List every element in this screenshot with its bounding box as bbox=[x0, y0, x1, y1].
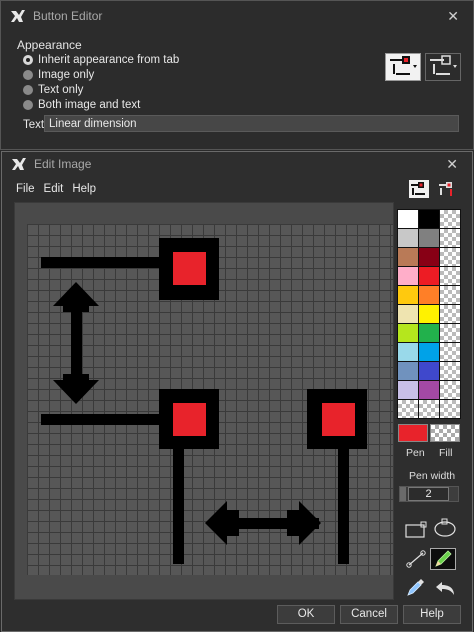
palette-swatch[interactable] bbox=[440, 324, 460, 342]
palette-swatch[interactable] bbox=[419, 210, 439, 228]
radio-label: Both image and text bbox=[38, 99, 141, 111]
pen-fill-swatches bbox=[398, 424, 460, 442]
stepper-grip[interactable] bbox=[400, 487, 406, 501]
palette-swatch[interactable] bbox=[440, 381, 460, 399]
help-button[interactable]: Help bbox=[403, 605, 461, 624]
palette-swatch[interactable] bbox=[419, 305, 439, 323]
button-text-input[interactable] bbox=[44, 115, 459, 132]
palette-swatch[interactable] bbox=[398, 324, 418, 342]
palette-swatch[interactable] bbox=[440, 286, 460, 304]
palette-swatch[interactable] bbox=[419, 267, 439, 285]
linear-dimension-icon bbox=[430, 55, 457, 75]
edit-image-titlebar[interactable]: Edit Image ✕ bbox=[2, 152, 472, 176]
palette-swatch[interactable] bbox=[398, 248, 418, 266]
close-icon[interactable]: ✕ bbox=[447, 8, 459, 25]
palette-swatch[interactable] bbox=[398, 343, 418, 361]
palette-swatch[interactable] bbox=[419, 400, 439, 418]
rectangle-tool-icon[interactable] bbox=[403, 519, 429, 541]
palette-swatch[interactable] bbox=[398, 210, 418, 228]
palette-swatch[interactable] bbox=[419, 362, 439, 380]
radio-inherit-appearance[interactable]: Inherit appearance from tab bbox=[23, 53, 179, 67]
dark-icon-preview[interactable] bbox=[425, 53, 461, 81]
palette-swatch[interactable] bbox=[398, 400, 418, 418]
edit-image-window: Edit Image ✕ File Edit Help Pen Fill Pen… bbox=[1, 151, 473, 632]
radio-label: Image only bbox=[38, 69, 95, 81]
radio-label: Inherit appearance from tab bbox=[38, 54, 180, 66]
palette-swatch[interactable] bbox=[398, 381, 418, 399]
menu-help[interactable]: Help bbox=[72, 183, 96, 195]
radio-label: Text only bbox=[38, 84, 84, 96]
ok-button[interactable]: OK bbox=[277, 605, 335, 624]
palette-swatch[interactable] bbox=[440, 400, 460, 418]
pencil-tool-icon[interactable] bbox=[430, 548, 456, 570]
linear-dimension-pixel-art bbox=[41, 238, 367, 564]
cancel-button[interactable]: Cancel bbox=[340, 605, 398, 624]
light-icon-preview[interactable] bbox=[385, 53, 421, 81]
fill-label: Fill bbox=[439, 447, 453, 459]
palette-swatch[interactable] bbox=[419, 286, 439, 304]
palette-swatch[interactable] bbox=[440, 305, 460, 323]
window-title: Edit Image bbox=[34, 157, 92, 171]
radio-button[interactable] bbox=[23, 100, 33, 110]
pen-color-swatch[interactable] bbox=[398, 424, 428, 442]
palette-swatch[interactable] bbox=[419, 381, 439, 399]
radio-button[interactable] bbox=[23, 70, 33, 80]
pen-label: Pen bbox=[406, 447, 425, 459]
palette-swatch[interactable] bbox=[398, 229, 418, 247]
rhino-app-icon bbox=[11, 10, 25, 22]
palette-swatch[interactable] bbox=[440, 210, 460, 228]
linear-dimension-icon bbox=[390, 56, 417, 75]
palette-swatch[interactable] bbox=[419, 324, 439, 342]
radio-text-only[interactable]: Text only bbox=[23, 83, 83, 97]
appearance-label: Appearance bbox=[17, 38, 82, 52]
menu-edit[interactable]: Edit bbox=[44, 183, 64, 195]
menubar: File Edit Help bbox=[16, 183, 96, 195]
palette-swatch[interactable] bbox=[419, 343, 439, 361]
pixel-canvas[interactable] bbox=[27, 224, 393, 575]
close-icon[interactable]: ✕ bbox=[446, 156, 458, 173]
palette-swatch[interactable] bbox=[419, 229, 439, 247]
color-palette bbox=[397, 209, 461, 419]
palette-swatch[interactable] bbox=[419, 248, 439, 266]
palette-swatch[interactable] bbox=[398, 286, 418, 304]
palette-swatch[interactable] bbox=[398, 362, 418, 380]
radio-button[interactable] bbox=[23, 85, 33, 95]
pen-width-value[interactable]: 2 bbox=[408, 487, 449, 501]
palette-swatch[interactable] bbox=[440, 343, 460, 361]
radio-both-image-text[interactable]: Both image and text bbox=[23, 98, 140, 112]
pen-width-label: Pen width bbox=[409, 470, 456, 482]
radio-button-checked[interactable] bbox=[23, 55, 33, 65]
palette-swatch[interactable] bbox=[440, 248, 460, 266]
dark-mode-preview-icon[interactable] bbox=[436, 179, 458, 199]
view-mode-toggle bbox=[408, 179, 458, 199]
eyedropper-icon[interactable] bbox=[403, 576, 429, 598]
palette-swatch[interactable] bbox=[398, 267, 418, 285]
palette-swatch[interactable] bbox=[440, 362, 460, 380]
light-mode-preview-icon[interactable] bbox=[408, 179, 430, 199]
rhino-app-icon bbox=[12, 158, 26, 170]
button-editor-titlebar[interactable]: Button Editor ✕ bbox=[1, 1, 473, 31]
fill-color-swatch[interactable] bbox=[430, 424, 460, 442]
menu-file[interactable]: File bbox=[16, 183, 35, 195]
window-title: Button Editor bbox=[33, 9, 103, 23]
radio-image-only[interactable]: Image only bbox=[23, 68, 94, 82]
undo-icon[interactable] bbox=[432, 578, 458, 600]
palette-swatch[interactable] bbox=[440, 267, 460, 285]
pen-width-stepper[interactable]: 2 bbox=[399, 486, 459, 502]
palette-swatch[interactable] bbox=[398, 305, 418, 323]
button-editor-window: Button Editor ✕ Appearance Inherit appea… bbox=[0, 0, 474, 150]
ellipse-tool-icon[interactable] bbox=[432, 517, 458, 539]
palette-swatch[interactable] bbox=[440, 229, 460, 247]
line-tool-icon[interactable] bbox=[403, 548, 429, 570]
image-canvas-frame bbox=[14, 202, 394, 600]
